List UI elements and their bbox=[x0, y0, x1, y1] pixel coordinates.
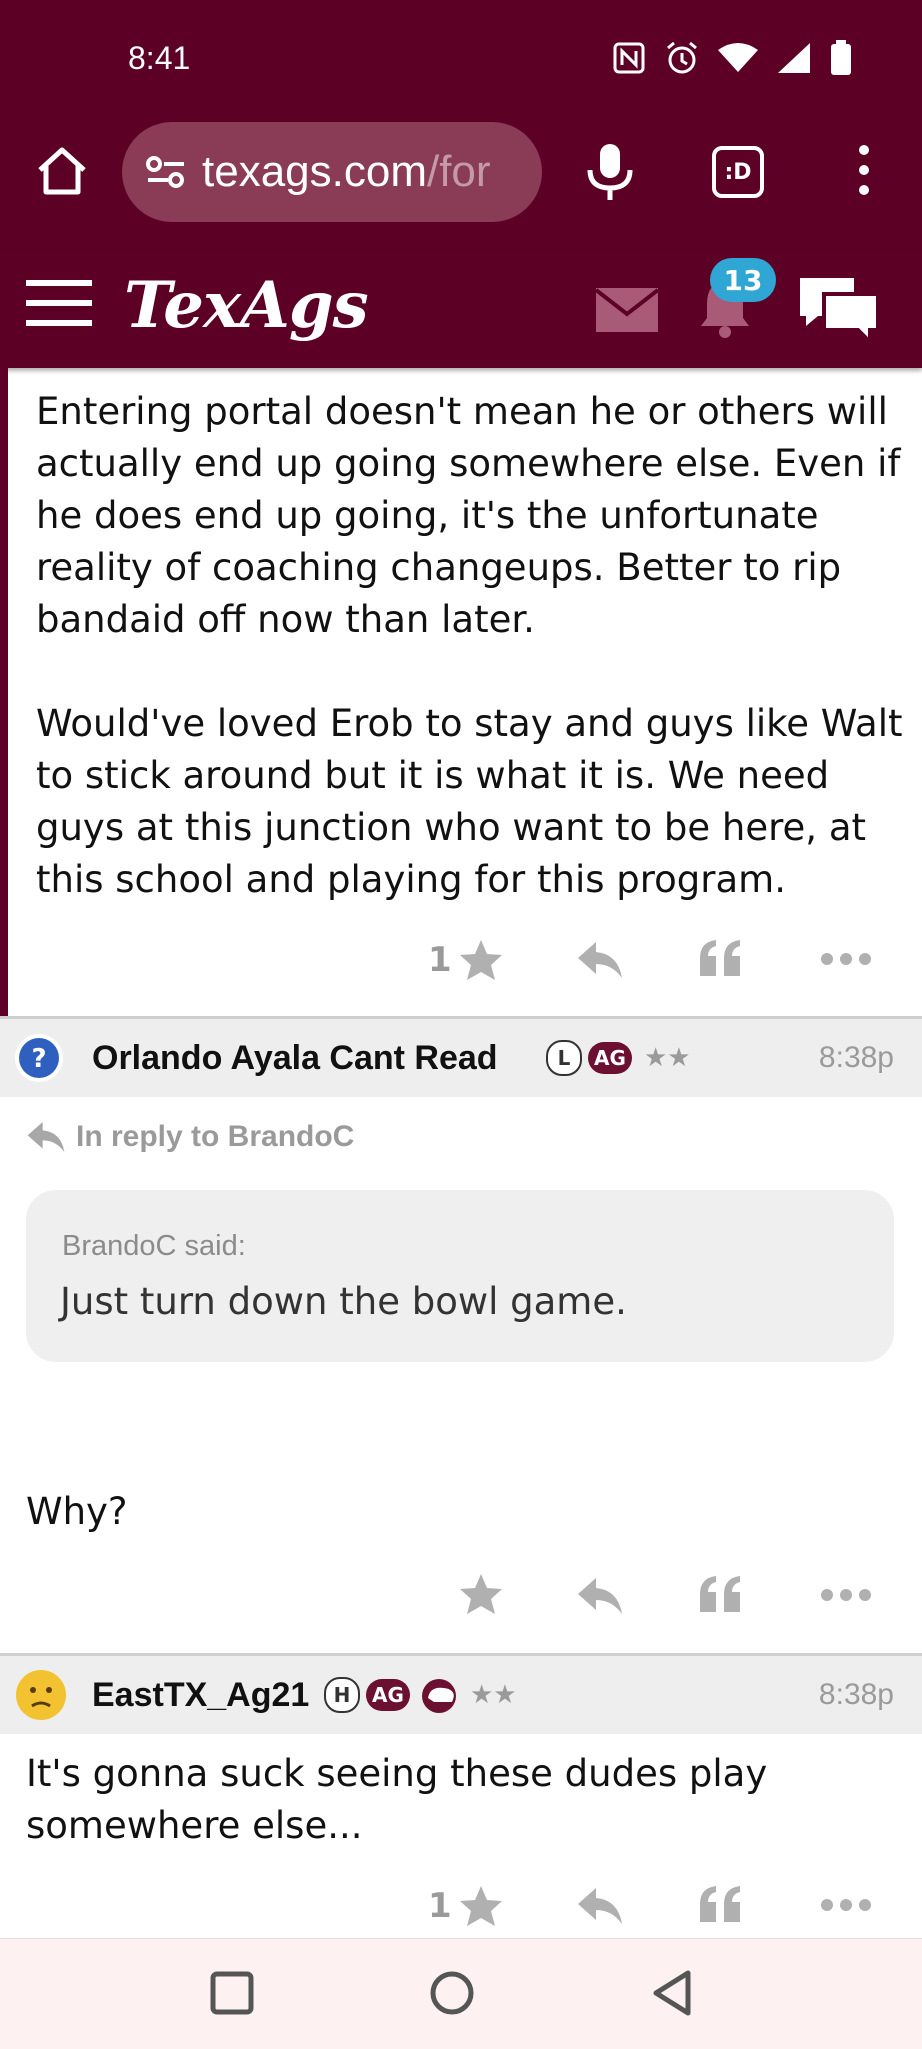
nfc-icon bbox=[613, 42, 645, 74]
battery-icon bbox=[831, 40, 851, 75]
quote-icon[interactable] bbox=[698, 938, 742, 978]
avatar[interactable] bbox=[14, 1668, 68, 1722]
address-bar[interactable]: texags.com/for bbox=[122, 122, 542, 222]
avatar[interactable]: ? bbox=[14, 1033, 64, 1083]
tab-switcher-button[interactable]: :D bbox=[712, 146, 764, 198]
star-icon bbox=[459, 940, 502, 980]
post-1: Entering portal doesn't mean he or other… bbox=[0, 368, 922, 1016]
username[interactable]: EastTX_Ag21 bbox=[92, 1676, 309, 1715]
rating-stars: ★★ bbox=[470, 1680, 517, 1710]
reply-icon bbox=[27, 1122, 65, 1152]
hamburger-menu-icon[interactable] bbox=[26, 278, 92, 328]
back-icon[interactable] bbox=[650, 1969, 694, 2017]
mail-icon[interactable] bbox=[596, 288, 658, 332]
browser-toolbar: texags.com/for :D bbox=[0, 120, 922, 250]
username[interactable]: Orlando Ayala Cant Read bbox=[92, 1039, 498, 1078]
wifi-icon bbox=[718, 43, 758, 72]
status-icons bbox=[612, 40, 852, 76]
reply-icon[interactable] bbox=[576, 1886, 624, 1926]
quote-text: Just turn down the bowl game. bbox=[60, 1280, 627, 1323]
url-text: texags.com/for bbox=[202, 147, 491, 196]
post-2-header: ? Orlando Ayala Cant Read L AG ★★ 8:38p bbox=[0, 1019, 922, 1097]
post-time: 8:38p bbox=[818, 1041, 894, 1074]
post-3-header: EastTX_Ag21 H AG ★★ 8:38p bbox=[0, 1656, 922, 1734]
badge-ag: AG bbox=[366, 1679, 410, 1711]
home-icon[interactable] bbox=[32, 142, 92, 202]
quote-block: BrandoC said: Just turn down the bowl ga… bbox=[26, 1190, 894, 1362]
rating-stars: ★★ bbox=[644, 1043, 691, 1073]
quote-icon[interactable] bbox=[698, 1884, 742, 1924]
star-icon bbox=[459, 1886, 502, 1926]
home-nav-icon[interactable] bbox=[428, 1969, 476, 2017]
star-count: 1 bbox=[428, 940, 452, 980]
star-icon[interactable] bbox=[458, 1572, 504, 1616]
post-1-body: Entering portal doesn't mean he or other… bbox=[36, 386, 906, 958]
post-paragraph: Would've loved Erob to stay and guys lik… bbox=[36, 702, 903, 901]
post-3-body: It's gonna suck seeing these dudes play … bbox=[26, 1752, 768, 1847]
badge-ag: AG bbox=[588, 1042, 632, 1074]
status-bar: 8:41 bbox=[0, 0, 922, 120]
post-2-body: Why? bbox=[26, 1490, 128, 1533]
star-button[interactable]: 1 bbox=[428, 938, 504, 982]
badge-h: H bbox=[324, 1677, 360, 1713]
more-horiz-icon[interactable] bbox=[820, 1588, 872, 1602]
reply-to-link[interactable]: In reply to BrandoC bbox=[26, 1120, 354, 1154]
team-helmet-icon bbox=[422, 1679, 456, 1713]
chat-icon[interactable] bbox=[796, 274, 882, 344]
site-logo[interactable]: TexAgs bbox=[124, 268, 369, 343]
site-settings-icon[interactable] bbox=[142, 148, 190, 196]
quote-icon[interactable] bbox=[698, 1574, 742, 1614]
more-horiz-icon[interactable] bbox=[820, 952, 872, 966]
notification-badge[interactable]: 13 bbox=[710, 258, 776, 302]
post-time: 8:38p bbox=[818, 1678, 894, 1711]
recents-icon[interactable] bbox=[210, 1971, 254, 2015]
site-header: TexAgs 13 bbox=[0, 250, 922, 368]
more-vert-icon[interactable] bbox=[844, 140, 884, 200]
signal-icon bbox=[778, 43, 810, 73]
system-nav-bar bbox=[0, 1938, 922, 2049]
star-count: 1 bbox=[428, 1886, 452, 1926]
reply-icon[interactable] bbox=[576, 940, 624, 980]
more-horiz-icon[interactable] bbox=[820, 1898, 872, 1912]
post-paragraph: Entering portal doesn't mean he or other… bbox=[36, 390, 901, 641]
status-time: 8:41 bbox=[128, 40, 191, 76]
star-button[interactable]: 1 bbox=[428, 1884, 504, 1928]
svg-text:?: ? bbox=[31, 1044, 46, 1074]
reply-icon[interactable] bbox=[576, 1576, 624, 1616]
quote-author: BrandoC said: bbox=[62, 1230, 246, 1262]
alarm-icon bbox=[667, 41, 697, 74]
microphone-icon[interactable] bbox=[580, 140, 640, 204]
reply-to-label: In reply to BrandoC bbox=[76, 1120, 355, 1153]
badge-l: L bbox=[546, 1040, 582, 1076]
